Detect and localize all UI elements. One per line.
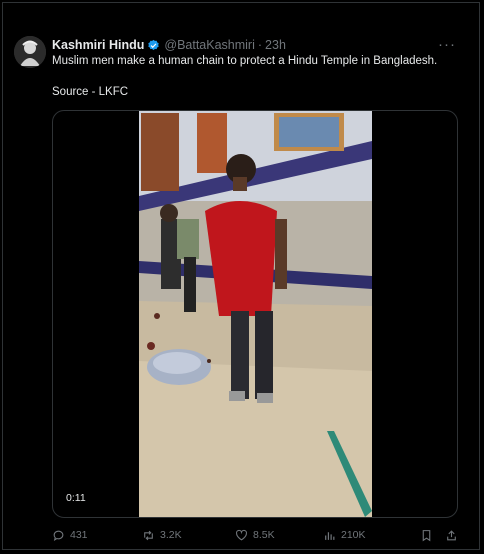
- action-bar: 431 3.2K 8.5K 210K: [52, 527, 462, 543]
- video-thumbnail: [139, 111, 372, 517]
- tweet-text: Muslim men make a human chain to protect…: [52, 55, 438, 67]
- share-button[interactable]: [445, 529, 463, 542]
- author-name[interactable]: Kashmiri Hindu: [52, 38, 144, 52]
- author-handle[interactable]: @BattaKashmiri: [164, 38, 255, 52]
- views-icon: [325, 531, 335, 540]
- separator-dot: ·: [257, 38, 263, 52]
- like-count: 8.5K: [253, 529, 275, 541]
- source-line: Source - LKFC: [52, 86, 129, 98]
- views-count: 210K: [341, 529, 366, 541]
- video-player[interactable]: 0:11: [52, 110, 458, 518]
- tweet-time[interactable]: 23h: [265, 38, 286, 52]
- verified-badge-icon: [148, 39, 160, 50]
- like-button[interactable]: 8.5K: [235, 529, 275, 542]
- tweet-header: Kashmiri Hindu @BattaKashmiri · 23h: [52, 37, 466, 53]
- retweet-button[interactable]: 3.2K: [142, 529, 182, 542]
- avatar[interactable]: [14, 36, 46, 68]
- bookmark-button[interactable]: [420, 529, 438, 542]
- reply-count: 431: [70, 529, 88, 541]
- bookmark-icon: [422, 529, 431, 541]
- reply-button[interactable]: 431: [52, 529, 88, 542]
- more-icon[interactable]: ···: [438, 36, 456, 53]
- video-frame[interactable]: [139, 111, 372, 517]
- retweet-icon: [144, 530, 153, 540]
- share-icon: [447, 529, 456, 540]
- video-duration: 0:11: [62, 491, 90, 505]
- reply-icon: [53, 530, 64, 541]
- retweet-count: 3.2K: [160, 529, 182, 541]
- like-icon: [236, 529, 247, 540]
- views-button[interactable]: 210K: [323, 529, 366, 542]
